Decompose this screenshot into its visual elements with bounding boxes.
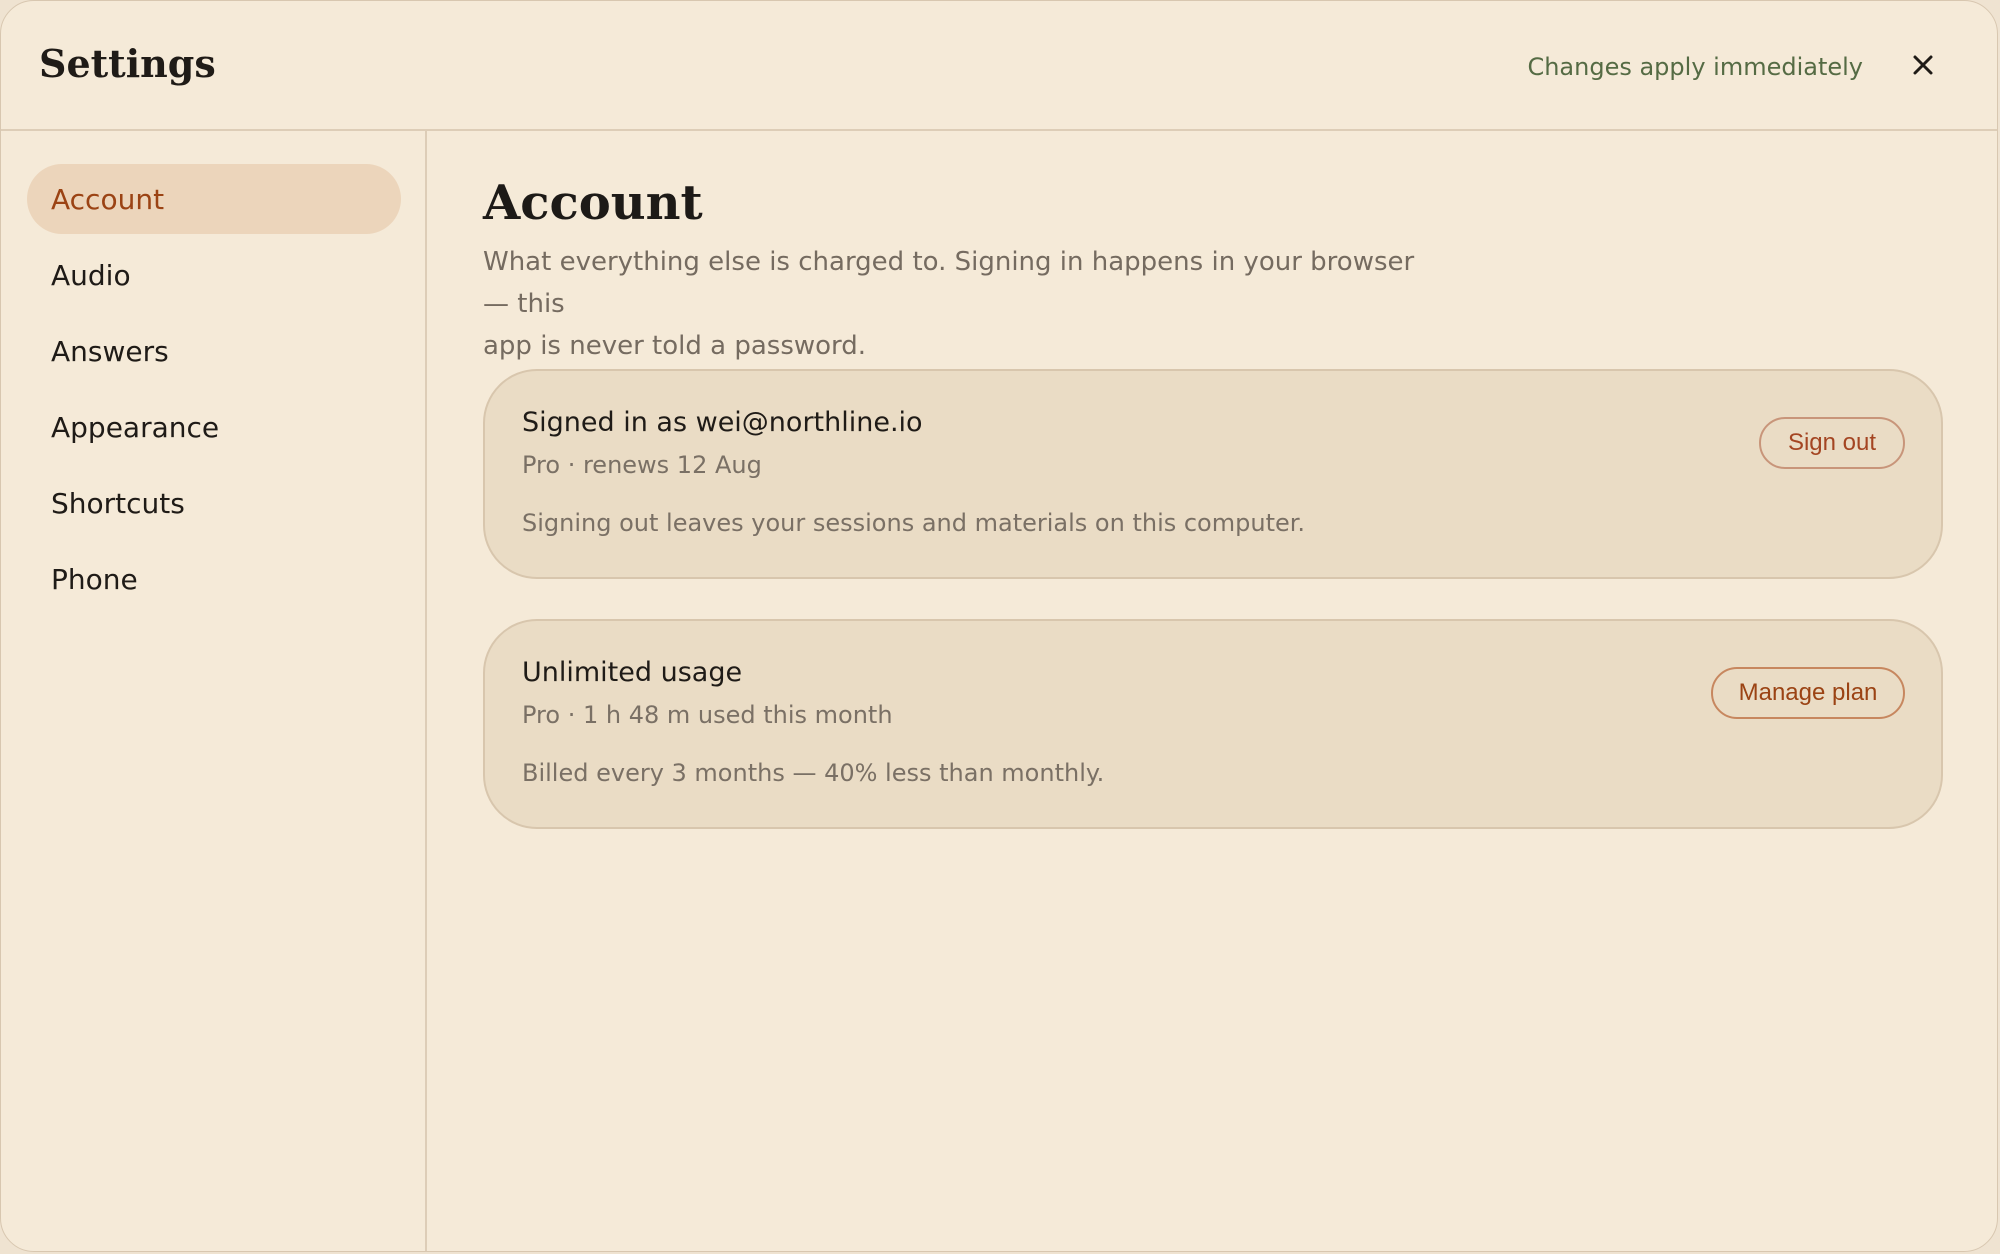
manage-plan-button[interactable]: Manage plan (1711, 667, 1905, 719)
sidebar-item-shortcuts[interactable]: Shortcuts (27, 468, 401, 538)
sidebar-item-phone[interactable]: Phone (27, 544, 401, 614)
settings-title: Settings (39, 41, 216, 86)
usage-amount-text: Pro · 1 h 48 m used this month (522, 701, 893, 729)
account-description: What everything else is charged to. Sign… (483, 241, 1443, 367)
usage-card: Unlimited usage Pro · 1 h 48 m used this… (483, 619, 1943, 829)
sidebar-item-label: Account (51, 182, 165, 216)
plan-renewal-text: Pro · renews 12 Aug (522, 451, 762, 479)
settings-header: Settings Changes apply immediately (1, 1, 1997, 131)
sidebar-item-appearance[interactable]: Appearance (27, 392, 401, 462)
usage-title: Unlimited usage (522, 657, 743, 688)
description-line: app is never told a password. (483, 331, 867, 361)
signed-in-card: Signed in as wei@northline.io Pro · rene… (483, 369, 1943, 579)
description-line: What everything else is charged to. Sign… (483, 247, 1415, 319)
page-title: Account (483, 175, 703, 231)
close-icon (1911, 53, 1935, 81)
settings-sidebar: Account Audio Answers Appearance Shortcu… (1, 131, 427, 1251)
changes-status-text: Changes apply immediately (1527, 53, 1863, 81)
sign-out-button[interactable]: Sign out (1759, 417, 1905, 469)
sidebar-item-label: Appearance (51, 410, 220, 444)
sidebar-item-answers[interactable]: Answers (27, 316, 401, 386)
settings-window: Settings Changes apply immediately Accou… (0, 0, 1998, 1252)
sidebar-item-account[interactable]: Account (27, 164, 401, 234)
sidebar-item-label: Audio (51, 258, 131, 292)
signed-in-title: Signed in as wei@northline.io (522, 407, 923, 438)
close-button[interactable] (1907, 51, 1939, 83)
sidebar-item-label: Shortcuts (51, 486, 185, 520)
billing-note: Billed every 3 months — 40% less than mo… (522, 759, 1105, 787)
sign-out-note: Signing out leaves your sessions and mat… (522, 509, 1306, 537)
sidebar-item-label: Answers (51, 334, 169, 368)
sidebar-item-audio[interactable]: Audio (27, 240, 401, 310)
sidebar-item-label: Phone (51, 562, 138, 596)
account-settings-panel: Account What everything else is charged … (427, 131, 1997, 1251)
